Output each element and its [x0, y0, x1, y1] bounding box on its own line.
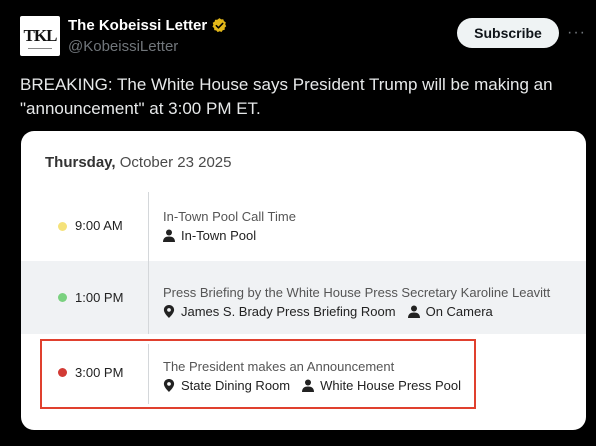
schedule-date-text: October 23 2025 [119, 154, 232, 171]
event-details: In-Town Pool [163, 228, 256, 243]
event-title: Press Briefing by the White House Press … [163, 285, 551, 300]
highlight-box [40, 339, 476, 409]
event-details: James S. Brady Press Briefing Room On Ca… [163, 304, 493, 319]
location-pin-icon [163, 305, 175, 318]
event-time: 1:00 PM [75, 290, 124, 305]
event-detail-text: On Camera [425, 304, 493, 319]
avatar-logo-text: TKL [23, 26, 58, 45]
person-icon [163, 229, 175, 242]
more-options-icon[interactable]: ··· [567, 24, 586, 42]
author-name[interactable]: The Kobeissi Letter [68, 17, 207, 34]
subscribe-button[interactable]: Subscribe [457, 18, 559, 48]
avatar[interactable]: TKL [20, 16, 60, 56]
status-dot [58, 293, 67, 302]
schedule-weekday: Thursday, [45, 154, 116, 171]
schedule-date: Thursday, October 23 2025 [45, 154, 232, 171]
verified-badge-icon [212, 18, 227, 33]
author-row: The Kobeissi Letter [68, 17, 228, 34]
divider [148, 261, 149, 334]
divider [148, 192, 149, 261]
event-detail-text: James S. Brady Press Briefing Room [181, 304, 396, 319]
schedule-image[interactable]: Thursday, October 23 2025 9:00 AM In-Tow… [21, 131, 586, 430]
event-title: In-Town Pool Call Time [163, 209, 296, 224]
tweet-text: BREAKING: The White House says President… [20, 75, 553, 118]
status-dot [58, 222, 67, 231]
schedule-event-row: 9:00 AM In-Town Pool Call Time In-Town P… [21, 192, 586, 261]
schedule-event-row: 1:00 PM Press Briefing by the White Hous… [21, 261, 586, 334]
event-time: 9:00 AM [75, 218, 123, 233]
author-handle[interactable]: @KobeissiLetter [68, 38, 178, 55]
event-detail-text: In-Town Pool [181, 228, 257, 243]
person-icon [407, 305, 420, 318]
